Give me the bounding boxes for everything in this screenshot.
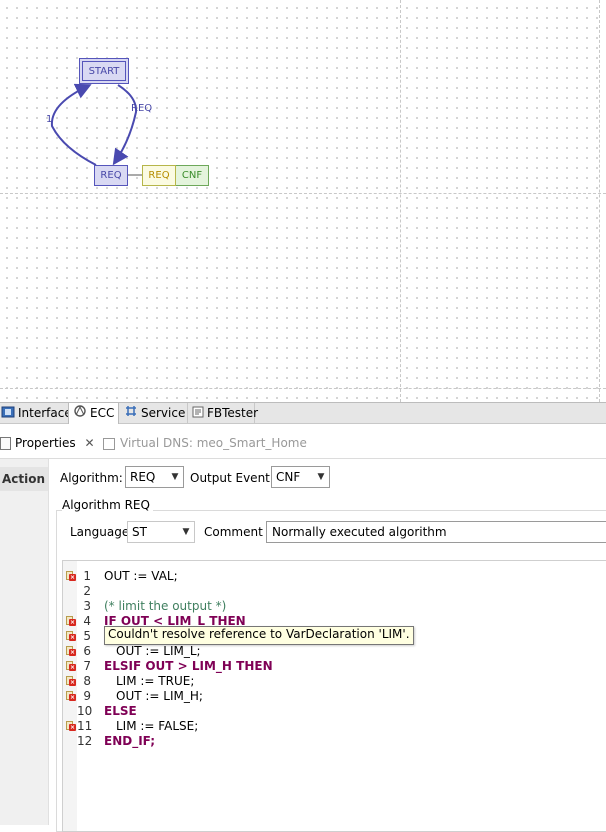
error-marker-icon[interactable]: × (66, 631, 76, 641)
properties-tab-action[interactable]: Action (0, 467, 48, 491)
req-state[interactable]: REQ (94, 165, 128, 186)
code-text: (* limit the output *) (104, 599, 227, 613)
output-event-select-value: CNF (276, 470, 301, 484)
code-line[interactable]: × 8 LIM := TRUE; (63, 674, 606, 689)
code-text: ELSIF OUT > LIM_H THEN (104, 659, 273, 673)
code-text: LIM := FALSE; (116, 719, 199, 733)
view-tab-bar: Properties ✕ Virtual DNS: meo_Smart_Home (0, 431, 606, 459)
tab-ecc[interactable]: ECC (68, 403, 119, 424)
algorithm-label: Algorithm: (60, 471, 123, 485)
code-line[interactable]: 2 (63, 584, 606, 599)
code-text: OUT := LIM_L; (116, 644, 201, 658)
code-line[interactable]: × 9 OUT := LIM_H; (63, 689, 606, 704)
line-number: 3 (83, 599, 91, 613)
chevron-down-icon: ▼ (171, 472, 179, 482)
tab-ecc-label: ECC (90, 406, 115, 420)
error-marker-icon[interactable]: × (66, 646, 76, 656)
line-number: 5 (83, 629, 91, 643)
tab-fbtester[interactable]: FBTester (187, 403, 259, 424)
line-number: 11 (77, 719, 93, 733)
code-line[interactable]: 3 (* limit the output *) (63, 599, 606, 614)
code-line[interactable]: 12 END_IF; (63, 734, 606, 749)
transition-label-1[interactable]: 1 (46, 114, 52, 125)
action-algorithm[interactable]: REQ (142, 165, 176, 186)
algorithm-select[interactable]: REQ ▼ (125, 466, 184, 488)
error-marker-icon[interactable]: × (66, 661, 76, 671)
properties-sidebar: Action (0, 459, 49, 825)
properties-icon (0, 437, 11, 450)
code-text: OUT := VAL; (104, 569, 178, 583)
ecc-canvas[interactable]: START REQ 1 REQ REQ CNF (0, 0, 606, 402)
tab-service[interactable]: Service (121, 403, 185, 424)
start-state-label: START (82, 61, 126, 81)
comment-input[interactable]: Normally executed algorithm (266, 521, 606, 543)
line-number: 1 (83, 569, 91, 583)
code-line[interactable]: × 7 ELSIF OUT > LIM_H THEN (63, 659, 606, 674)
code-text: LIM := TRUE; (116, 674, 195, 688)
interface-icon (1, 404, 15, 424)
error-marker-icon[interactable]: × (66, 676, 76, 686)
ecc-icon (73, 404, 87, 424)
line-number: 10 (77, 704, 93, 718)
line-number: 9 (83, 689, 91, 703)
tab-interface[interactable]: Interface (0, 403, 72, 424)
tab-virtual-dns[interactable]: Virtual DNS: meo_Smart_Home (103, 436, 307, 450)
transition-start-to-req[interactable] (112, 84, 138, 166)
virtual-dns-icon (103, 437, 115, 450)
fbtester-icon (192, 404, 204, 424)
tab-service-label: Service (141, 406, 186, 420)
error-tooltip: Couldn't resolve reference to VarDeclara… (104, 626, 414, 645)
error-marker-icon[interactable]: × (66, 616, 76, 626)
close-icon[interactable]: ✕ (84, 436, 94, 450)
code-text: ELSE (104, 704, 137, 718)
start-state[interactable]: START (79, 58, 129, 84)
line-number: 4 (83, 614, 91, 628)
error-marker-icon[interactable]: × (66, 691, 76, 701)
line-number: 12 (77, 734, 93, 748)
error-marker-icon[interactable]: × (66, 721, 76, 731)
chevron-down-icon: ▼ (182, 527, 190, 537)
code-line[interactable]: 10 ELSE (63, 704, 606, 719)
language-label: Language (70, 525, 130, 539)
tab-properties[interactable]: Properties ✕ (0, 436, 95, 450)
transition-label-req[interactable]: REQ (131, 103, 152, 114)
code-line[interactable]: × 1 OUT := VAL; (63, 569, 606, 584)
line-number: 8 (83, 674, 91, 688)
tab-fbtester-label: FBTester (207, 406, 259, 420)
tab-virtual-dns-label: Virtual DNS: meo_Smart_Home (120, 436, 307, 450)
language-select[interactable]: ST ▼ (127, 521, 195, 543)
line-number: 7 (83, 659, 91, 673)
code-line[interactable]: × 6 OUT := LIM_L; (63, 644, 606, 659)
code-text: END_IF; (104, 734, 156, 748)
code-line[interactable]: × 11 LIM := FALSE; (63, 719, 606, 734)
algorithm-select-value: REQ (130, 470, 156, 484)
output-event-label: Output Event: (190, 471, 274, 485)
line-number: 2 (83, 584, 91, 598)
chevron-down-icon: ▼ (317, 472, 325, 482)
algorithm-code-editor[interactable]: × 1 OUT := VAL; 2 3 (* limit the output *) × 4 I… (62, 560, 606, 832)
state-action[interactable]: REQ CNF (142, 165, 209, 186)
output-event-select[interactable]: CNF ▼ (271, 466, 330, 488)
transition-req-to-start[interactable] (50, 83, 97, 166)
editor-tab-bar: Interface ECC Service FBTester (0, 402, 606, 424)
tab-interface-label: Interface (18, 406, 72, 420)
error-marker-icon[interactable]: × (66, 571, 76, 581)
action-output-event[interactable]: CNF (176, 165, 209, 186)
line-number: 6 (83, 644, 91, 658)
algorithm-group-title: Algorithm REQ (62, 498, 153, 512)
comment-label: Comment (204, 525, 263, 539)
language-select-value: ST (132, 525, 147, 539)
service-icon (124, 404, 138, 424)
tab-properties-label: Properties (15, 436, 76, 450)
code-text: OUT := LIM_H; (116, 689, 203, 703)
